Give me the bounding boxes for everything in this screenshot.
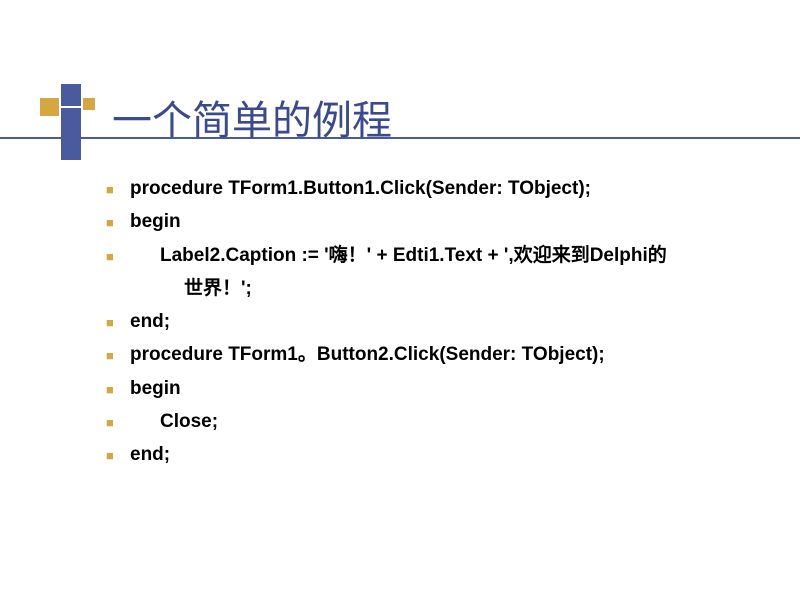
code-text: end;: [130, 444, 170, 465]
bullet-marker: ■: [106, 312, 114, 335]
code-content: ■ procedure TForm1.Button1.Click(Sender:…: [130, 172, 760, 471]
slide-decoration: [40, 84, 100, 164]
code-line: ■ procedure TForm1.Button1.Click(Sender:…: [130, 172, 760, 205]
code-line: ■ Label2.Caption := '嗨！' + Edti1.Text + …: [130, 239, 760, 272]
bullet-marker: ■: [106, 212, 114, 235]
code-text: 世界！';: [184, 278, 252, 299]
code-text: procedure TForm1.Button1.Click(Sender: T…: [130, 178, 591, 199]
code-line: ■ begin: [130, 372, 760, 405]
code-line: ■ end;: [130, 305, 760, 338]
code-text: begin: [130, 378, 181, 399]
code-line: ■ end;: [130, 438, 760, 471]
code-text: procedure TForm1。Button2.Click(Sender: T…: [130, 344, 605, 365]
code-text: begin: [130, 211, 181, 232]
bullet-marker: ■: [106, 246, 114, 269]
deco-square: [61, 84, 81, 106]
code-text: end;: [130, 311, 170, 332]
bullet-marker: ■: [106, 445, 114, 468]
slide-title: 一个简单的例程: [112, 88, 392, 146]
deco-square: [83, 98, 95, 110]
bullet-marker: ■: [106, 345, 114, 368]
bullet-marker: ■: [106, 179, 114, 202]
code-text: Label2.Caption := '嗨！' + Edti1.Text + ',…: [160, 245, 667, 266]
code-line: ■ Close;: [130, 405, 760, 438]
deco-square: [40, 98, 59, 116]
deco-square: [61, 108, 81, 160]
code-text: Close;: [160, 411, 218, 432]
code-line: 世界！';: [130, 272, 760, 305]
bullet-marker: ■: [106, 412, 114, 435]
code-line: ■ begin: [130, 205, 760, 238]
bullet-marker: ■: [106, 379, 114, 402]
code-line: ■ procedure TForm1。Button2.Click(Sender:…: [130, 338, 760, 371]
